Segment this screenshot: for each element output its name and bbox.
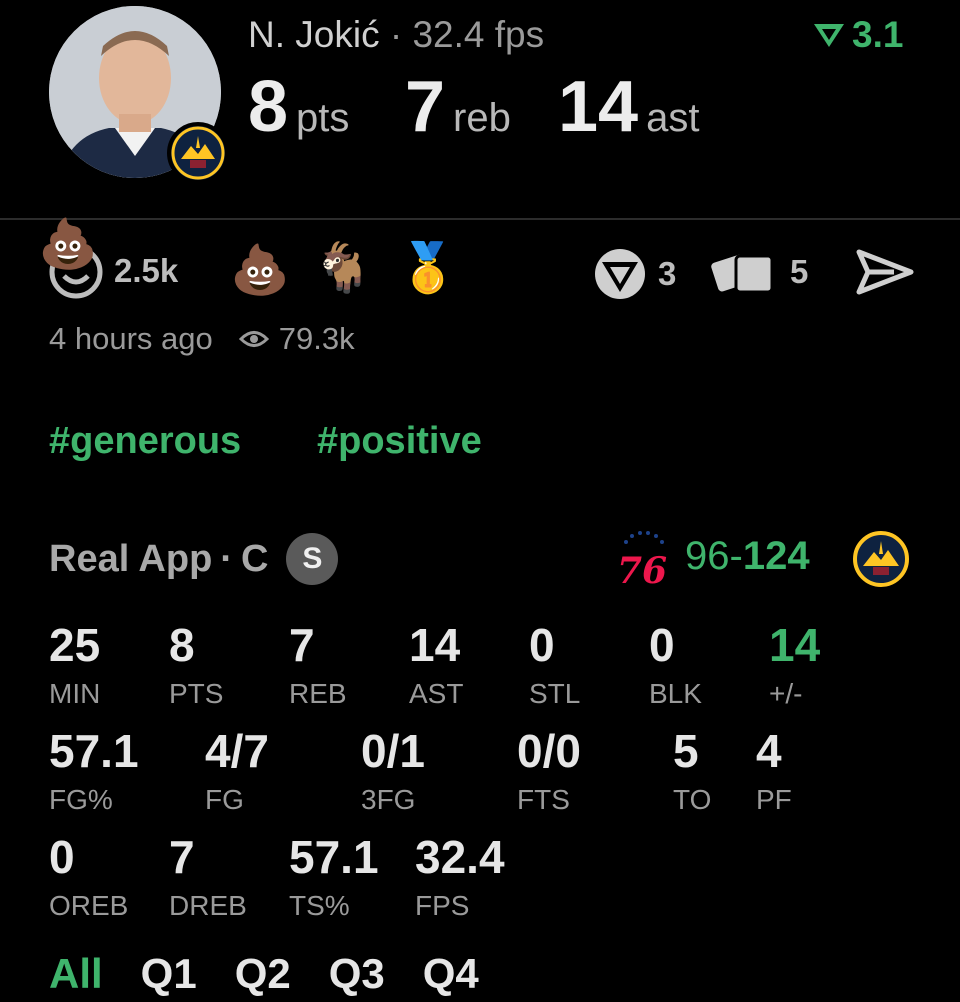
points-stat: 8 pts — [248, 66, 349, 148]
header-divider — [0, 218, 960, 220]
player-position: C — [240, 537, 269, 580]
stat-fg-pct: 57.1 FG% — [49, 725, 139, 815]
stat-source: Real App · C S — [49, 533, 339, 585]
quarter-tabs: All Q1 Q2 Q3 Q4 — [49, 950, 479, 998]
tab-q4[interactable]: Q4 — [423, 950, 479, 998]
score-dash: - — [729, 534, 743, 578]
tab-all[interactable]: All — [49, 950, 103, 998]
nuggets-logo-icon — [167, 122, 229, 184]
player-name[interactable]: N. Jokić — [248, 14, 380, 55]
send-icon — [856, 249, 914, 295]
stat-ast: 14 AST — [409, 619, 464, 709]
rating-arrow-icon — [814, 24, 844, 47]
tab-q3[interactable]: Q3 — [329, 950, 385, 998]
cards-icon — [711, 254, 774, 294]
home-score: 124 — [742, 534, 810, 578]
source-name: Real App — [49, 537, 213, 580]
game-score[interactable]: 96-124 — [685, 534, 810, 579]
tag-generous[interactable]: #generous — [49, 420, 241, 463]
prediction-icon — [595, 249, 645, 299]
assists-stat: 14 ast — [558, 66, 699, 148]
stat-to: 5 TO — [673, 725, 712, 815]
stat-ts-pct: 57.1 TS% — [289, 831, 379, 921]
stat-plus-minus: 14 +/- — [769, 619, 821, 709]
sixers-logo-text: 76 — [617, 550, 667, 588]
player-fps: 32.4 fps — [412, 14, 545, 55]
stat-fg: 4/7 FG — [205, 725, 269, 815]
stat-oreb: 0 OREB — [49, 831, 129, 921]
predictions-count: 3 — [658, 255, 677, 292]
reaction-face[interactable]: 💩 — [38, 220, 104, 305]
cards-count: 5 — [790, 253, 809, 290]
rebounds-value: 7 — [405, 67, 446, 147]
predictions-button[interactable]: 3 — [592, 246, 676, 302]
stat-fps: 32.4 FPS — [415, 831, 505, 921]
points-value: 8 — [248, 67, 289, 147]
points-unit: pts — [296, 96, 350, 140]
tab-q2[interactable]: Q2 — [235, 950, 291, 998]
medal-icon[interactable]: 🥇 — [398, 244, 458, 292]
stat-min: 25 MIN — [49, 619, 101, 709]
stat-3fg: 0/1 3FG — [361, 725, 425, 815]
poop-with-smile-icon: 💩 — [38, 216, 98, 272]
share-button[interactable] — [856, 248, 914, 301]
eye-icon — [238, 331, 269, 347]
assists-unit: ast — [646, 96, 700, 140]
player-line: N. Jokić · 32.4 fps — [248, 14, 544, 56]
sixers-logo-icon: 76 — [616, 528, 668, 592]
cards-button[interactable]: 5 — [710, 246, 808, 298]
nuggets-small-logo-icon — [852, 530, 910, 593]
stat-pts: 8 PTS — [169, 619, 224, 709]
stat-reb: 7 REB — [289, 619, 347, 709]
poop-icon[interactable]: 💩 — [230, 246, 290, 294]
rating-badge[interactable]: 3.1 — [812, 14, 903, 56]
view-count: 79.3k — [278, 321, 355, 356]
goat-icon[interactable]: 🐐 — [313, 244, 373, 292]
separator: · — [220, 537, 233, 580]
stat-fts: 0/0 FTS — [517, 725, 581, 815]
stat-stl: 0 STL — [529, 619, 581, 709]
tab-q1[interactable]: Q1 — [141, 950, 197, 998]
assists-value: 14 — [558, 67, 639, 147]
away-score: 96 — [685, 534, 730, 578]
tag-positive[interactable]: #positive — [317, 420, 482, 463]
stat-blk: 0 BLK — [649, 619, 702, 709]
stat-dreb: 7 DREB — [169, 831, 247, 921]
stat-pf: 4 PF — [756, 725, 792, 815]
rebounds-unit: reb — [453, 96, 511, 140]
reaction-count[interactable]: 2.5k — [114, 252, 178, 290]
status-badge[interactable]: S — [286, 533, 339, 585]
post-meta: 4 hours ago 79.3k — [49, 321, 355, 357]
rebounds-stat: 7 reb — [405, 66, 511, 148]
time-ago: 4 hours ago — [49, 321, 213, 356]
separator: · — [389, 14, 403, 55]
rating-value: 3.1 — [852, 14, 904, 55]
